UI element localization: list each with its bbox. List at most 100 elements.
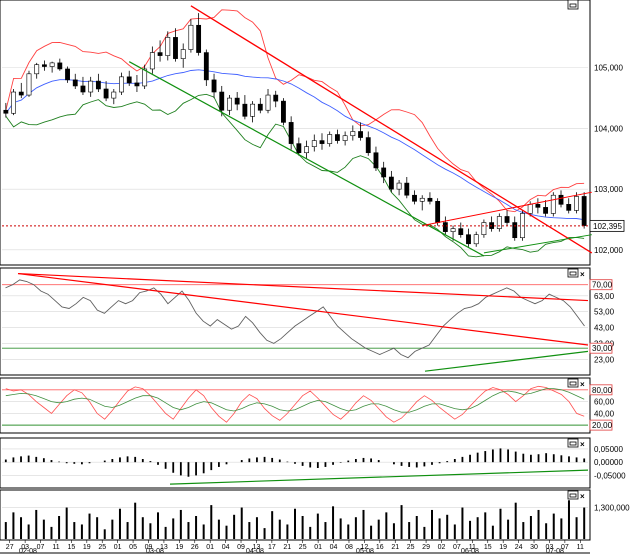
stochastic-tick-label: 40,00 bbox=[594, 409, 615, 418]
price-tick-label: 103,000 bbox=[594, 185, 623, 194]
x-day-label: 15 bbox=[484, 544, 492, 551]
x-day-label: 16 bbox=[376, 544, 384, 551]
x-day-label: 01 bbox=[314, 544, 322, 551]
candle-body bbox=[350, 131, 356, 137]
candle-body bbox=[319, 140, 325, 144]
candle-body bbox=[188, 24, 194, 50]
x-day-label: 24 bbox=[515, 544, 523, 551]
rsi-tick-label: 43,00 bbox=[594, 324, 615, 333]
candle-body bbox=[365, 137, 371, 154]
x-month-label: 03-08 bbox=[146, 548, 164, 554]
candle-body bbox=[388, 176, 394, 190]
candle-body bbox=[165, 37, 171, 56]
current-price-label: 102,395 bbox=[593, 222, 622, 231]
rsi-level-label: 70,00 bbox=[592, 281, 613, 290]
candle-body bbox=[265, 94, 271, 111]
candle-body bbox=[157, 52, 163, 56]
stochastic-close-button[interactable]: × bbox=[580, 380, 585, 389]
candle-body bbox=[358, 131, 363, 138]
svg-text:×: × bbox=[580, 270, 585, 279]
x-day-label: 21 bbox=[283, 544, 291, 551]
x-day-label: 04 bbox=[222, 544, 230, 551]
candle-body bbox=[41, 64, 47, 67]
rsi-tick-label: 63,00 bbox=[594, 292, 615, 301]
rsi-panel: 70,0063,0053,0043,0033,0030,0023,00 × bbox=[0, 267, 615, 376]
x-day-label: 19 bbox=[499, 544, 507, 551]
stochastic-level-label: 80,00 bbox=[592, 386, 613, 395]
price-tick-label: 104,000 bbox=[594, 124, 623, 133]
macd-minimize-button[interactable] bbox=[567, 438, 579, 448]
x-day-label: 07 bbox=[37, 544, 45, 551]
x-day-label: 19 bbox=[175, 544, 183, 551]
candle-body bbox=[342, 135, 348, 141]
candle-body bbox=[111, 91, 117, 99]
x-day-label: 26 bbox=[191, 544, 199, 551]
candle-body bbox=[458, 228, 464, 235]
candle-body bbox=[203, 52, 209, 81]
candle-body bbox=[550, 194, 556, 214]
x-month-label: 02-08 bbox=[19, 548, 37, 554]
stochastic-tick-label: 60,00 bbox=[594, 398, 615, 407]
macd-close-button[interactable]: × bbox=[580, 440, 585, 449]
stock-chart: 105,000 104,000 103,000 102,000 102,395 70,… bbox=[0, 0, 640, 554]
rsi-minimize-button[interactable] bbox=[567, 268, 579, 278]
candle-body bbox=[250, 103, 256, 117]
x-day-label: 21 bbox=[391, 544, 399, 551]
price-tick-label: 105,000 bbox=[594, 64, 623, 73]
candle-body bbox=[473, 234, 479, 245]
candle-body bbox=[527, 204, 533, 214]
volume-minimize-button[interactable] bbox=[567, 490, 579, 500]
candle-body bbox=[373, 152, 379, 169]
candle-body bbox=[419, 197, 425, 202]
candle-body bbox=[566, 204, 572, 211]
volume-close-button[interactable]: × bbox=[580, 492, 585, 501]
rsi-tick-label: 53,00 bbox=[594, 308, 615, 317]
candle-body bbox=[558, 194, 564, 205]
volume-y-axis: 1,300,000 bbox=[594, 504, 630, 513]
candle-body bbox=[427, 197, 433, 202]
x-day-label: 25 bbox=[98, 544, 106, 551]
candle-body bbox=[65, 68, 70, 81]
x-day-label: 08 bbox=[345, 544, 353, 551]
x-day-label: 04 bbox=[330, 544, 338, 551]
x-day-label: 30 bbox=[530, 544, 538, 551]
candle-body bbox=[496, 216, 502, 229]
candle-body bbox=[435, 200, 441, 223]
x-day-label: 29 bbox=[422, 544, 430, 551]
x-day-label: 02 bbox=[438, 544, 446, 551]
rsi-level-label: 30,00 bbox=[592, 344, 613, 353]
candle-body bbox=[173, 37, 178, 59]
candle-body bbox=[381, 167, 387, 178]
macd-y-axis: 0,05000 0,00000 -0,05000 bbox=[594, 445, 626, 480]
candle-body bbox=[288, 122, 294, 144]
candle-body bbox=[242, 103, 248, 117]
candle-body bbox=[535, 204, 541, 208]
candle-body bbox=[296, 143, 302, 154]
x-day-label: 07 bbox=[453, 544, 461, 551]
candle-body bbox=[80, 85, 86, 93]
x-day-label: 19 bbox=[83, 544, 91, 551]
candle-body bbox=[11, 91, 16, 114]
candle-body bbox=[219, 91, 225, 111]
candle-body bbox=[466, 234, 471, 245]
candle-body bbox=[481, 222, 487, 235]
candle-body bbox=[88, 80, 94, 93]
candle-body bbox=[512, 222, 518, 239]
price-panel: 105,000 104,000 103,000 102,000 102,395 bbox=[0, 0, 625, 266]
candle-body bbox=[281, 100, 286, 123]
x-month-label: 05-08 bbox=[356, 548, 374, 554]
stochastic-minimize-button[interactable] bbox=[567, 378, 579, 388]
candle-body bbox=[126, 76, 132, 84]
svg-text:×: × bbox=[580, 492, 585, 501]
candle-body bbox=[311, 140, 317, 147]
rsi-close-button[interactable]: × bbox=[580, 270, 585, 279]
candle-body bbox=[119, 76, 124, 93]
candle-body bbox=[103, 88, 109, 99]
price-tick-label: 102,000 bbox=[594, 246, 623, 255]
candle-body bbox=[34, 64, 40, 75]
x-month-label: 04-08 bbox=[246, 548, 264, 554]
x-day-label: 11 bbox=[577, 544, 584, 551]
macd-tick-label: 0,00000 bbox=[594, 458, 623, 467]
price-panel-button[interactable] bbox=[567, 0, 579, 10]
candle-body bbox=[450, 228, 456, 232]
